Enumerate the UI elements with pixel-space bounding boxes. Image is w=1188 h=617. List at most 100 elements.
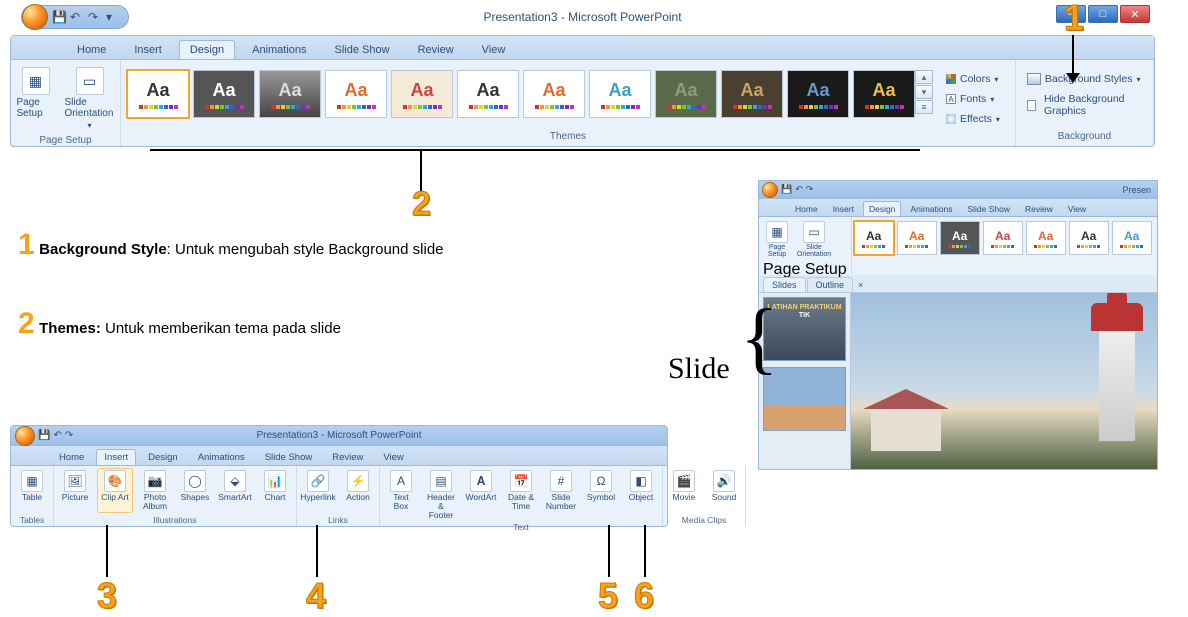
photo-album-button[interactable]: 📷Photo Album bbox=[137, 468, 173, 513]
tab-design[interactable]: Design bbox=[140, 449, 186, 465]
office-button[interactable] bbox=[22, 4, 48, 30]
theme-thumb-mini-1[interactable]: Aa bbox=[897, 221, 937, 255]
maximize-button[interactable]: □ bbox=[1088, 5, 1118, 23]
themes-gallery[interactable]: AaAaAaAaAaAaAaAaAaAaAaAa bbox=[127, 64, 915, 128]
datetime-button[interactable]: 📅Date & Time bbox=[503, 468, 539, 522]
tab-design[interactable]: Design bbox=[863, 201, 901, 216]
theme-thumb-mini-4[interactable]: Aa bbox=[1026, 221, 1066, 255]
office-button-3[interactable] bbox=[762, 182, 778, 198]
theme-thumb-2[interactable]: Aa bbox=[259, 70, 321, 118]
theme-thumb-mini-2[interactable]: Aa bbox=[940, 221, 980, 255]
fonts-button[interactable]: AFonts▾ bbox=[941, 90, 1005, 108]
theme-thumb-4[interactable]: Aa bbox=[391, 70, 453, 118]
group-text: AText Box ▤Header & Footer 𝐀WordArt 📅Dat… bbox=[380, 466, 663, 526]
shapes-button[interactable]: ◯Shapes bbox=[177, 468, 213, 513]
slide-orientation-button[interactable]: ▭ Slide Orientation ▾ bbox=[62, 64, 118, 133]
outline-tab[interactable]: Outline bbox=[807, 277, 854, 292]
tab-home[interactable]: Home bbox=[789, 201, 824, 216]
slidenumber-button[interactable]: #Slide Number bbox=[543, 468, 579, 522]
background-styles-button[interactable]: Background Styles ▾ bbox=[1022, 70, 1146, 88]
close-pane-icon[interactable]: × bbox=[854, 278, 867, 292]
clip-art-button[interactable]: 🎨Clip Art bbox=[97, 468, 133, 513]
theme-swatches bbox=[403, 105, 442, 109]
save-icon[interactable]: 💾 bbox=[52, 10, 66, 24]
hide-bg-graphics-checkbox[interactable]: Hide Background Graphics bbox=[1022, 90, 1147, 120]
tab-review[interactable]: Review bbox=[1019, 201, 1059, 216]
sound-button[interactable]: 🔊Sound bbox=[706, 468, 742, 504]
undo-icon[interactable]: ↶ bbox=[53, 430, 61, 441]
window-title-2: Presentation3 - Microsoft PowerPoint bbox=[11, 430, 667, 441]
table-button[interactable]: ▦Table bbox=[14, 468, 50, 504]
theme-thumb-3[interactable]: Aa bbox=[325, 70, 387, 118]
undo-icon[interactable]: ↶ bbox=[795, 184, 803, 195]
theme-thumb-8[interactable]: Aa bbox=[655, 70, 717, 118]
tab-insert[interactable]: Insert bbox=[96, 449, 136, 465]
colors-button[interactable]: Colors▾ bbox=[941, 70, 1005, 88]
theme-thumb-5[interactable]: Aa bbox=[457, 70, 519, 118]
tab-home[interactable]: Home bbox=[66, 40, 117, 59]
tab-view[interactable]: View bbox=[375, 449, 411, 465]
wordart-button[interactable]: 𝐀WordArt bbox=[463, 468, 499, 522]
orientation-button-3[interactable]: ▭Slide Orientation bbox=[795, 219, 833, 261]
smartart-button[interactable]: ⬙SmartArt bbox=[217, 468, 253, 513]
tab-animations[interactable]: Animations bbox=[190, 449, 253, 465]
tab-design[interactable]: Design bbox=[179, 40, 235, 59]
gallery-more-icon[interactable]: ≡ bbox=[915, 100, 933, 114]
theme-thumb-mini-5[interactable]: Aa bbox=[1069, 221, 1109, 255]
tab-view[interactable]: View bbox=[471, 40, 517, 59]
mini-screenshot: 💾 ↶ ↷ Presen Home Insert Design Animatio… bbox=[758, 180, 1158, 470]
save-icon[interactable]: 💾 bbox=[38, 430, 50, 441]
theme-thumb-9[interactable]: Aa bbox=[721, 70, 783, 118]
orientation-icon: ▭ bbox=[76, 67, 104, 95]
effects-button[interactable]: Effects▾ bbox=[941, 110, 1005, 128]
theme-thumb-0[interactable]: Aa bbox=[127, 70, 189, 118]
theme-thumb-1[interactable]: Aa bbox=[193, 70, 255, 118]
tab-review[interactable]: Review bbox=[324, 449, 371, 465]
theme-thumb-mini-3[interactable]: Aa bbox=[983, 221, 1023, 255]
theme-thumb-7[interactable]: Aa bbox=[589, 70, 651, 118]
tab-review[interactable]: Review bbox=[407, 40, 465, 59]
gallery-up-icon[interactable]: ▴ bbox=[915, 70, 933, 84]
redo-icon[interactable]: ↷ bbox=[88, 10, 102, 24]
themes-gallery-3[interactable]: AaAaAaAaAaAaAa bbox=[852, 217, 1154, 275]
theme-thumb-6[interactable]: Aa bbox=[523, 70, 585, 118]
redo-icon[interactable]: ↷ bbox=[806, 184, 814, 195]
slides-tab[interactable]: Slides bbox=[763, 277, 806, 292]
object-button[interactable]: ◧Object bbox=[623, 468, 659, 522]
tab-slideshow[interactable]: Slide Show bbox=[324, 40, 401, 59]
movie-button[interactable]: 🎬Movie bbox=[666, 468, 702, 504]
tab-animations[interactable]: Animations bbox=[241, 40, 317, 59]
symbol-button[interactable]: ΩSymbol bbox=[583, 468, 619, 522]
gallery-down-icon[interactable]: ▾ bbox=[915, 85, 933, 99]
tab-slideshow[interactable]: Slide Show bbox=[257, 449, 321, 465]
action-button[interactable]: ⚡Action bbox=[340, 468, 376, 504]
arrow-5 bbox=[608, 525, 610, 577]
fonts-icon: A bbox=[946, 94, 956, 104]
hyperlink-button[interactable]: 🔗Hyperlink bbox=[300, 468, 336, 504]
theme-thumb-11[interactable]: Aa bbox=[853, 70, 915, 118]
tab-insert[interactable]: Insert bbox=[123, 40, 173, 59]
tab-insert[interactable]: Insert bbox=[827, 201, 860, 216]
tab-animations[interactable]: Animations bbox=[904, 201, 958, 216]
chart-button[interactable]: 📊Chart bbox=[257, 468, 293, 513]
ribbon-tabstrip-2: Home Insert Design Animations Slide Show… bbox=[11, 446, 667, 466]
redo-icon[interactable]: ↷ bbox=[65, 430, 73, 441]
picture-button[interactable]: 🖼Picture bbox=[57, 468, 93, 513]
office-button-2[interactable] bbox=[15, 426, 35, 446]
slide-stage[interactable] bbox=[851, 293, 1157, 470]
save-icon[interactable]: 💾 bbox=[781, 184, 792, 195]
header-footer-button[interactable]: ▤Header & Footer bbox=[423, 468, 459, 522]
qat-dropdown-icon[interactable]: ▾ bbox=[106, 10, 120, 24]
theme-thumb-10[interactable]: Aa bbox=[787, 70, 849, 118]
undo-icon[interactable]: ↶ bbox=[70, 10, 84, 24]
tab-home[interactable]: Home bbox=[51, 449, 92, 465]
page-setup-button-3[interactable]: ▦Page Setup bbox=[763, 219, 791, 261]
textbox-button[interactable]: AText Box bbox=[383, 468, 419, 522]
tab-view[interactable]: View bbox=[1062, 201, 1092, 216]
close-button[interactable]: ✕ bbox=[1120, 5, 1150, 23]
theme-thumb-mini-6[interactable]: Aa bbox=[1112, 221, 1152, 255]
theme-thumb-mini-0[interactable]: Aa bbox=[854, 221, 894, 255]
tab-slideshow[interactable]: Slide Show bbox=[961, 201, 1016, 216]
slide-label: Slide bbox=[668, 352, 730, 386]
page-setup-button[interactable]: ▦ Page Setup bbox=[14, 64, 58, 133]
